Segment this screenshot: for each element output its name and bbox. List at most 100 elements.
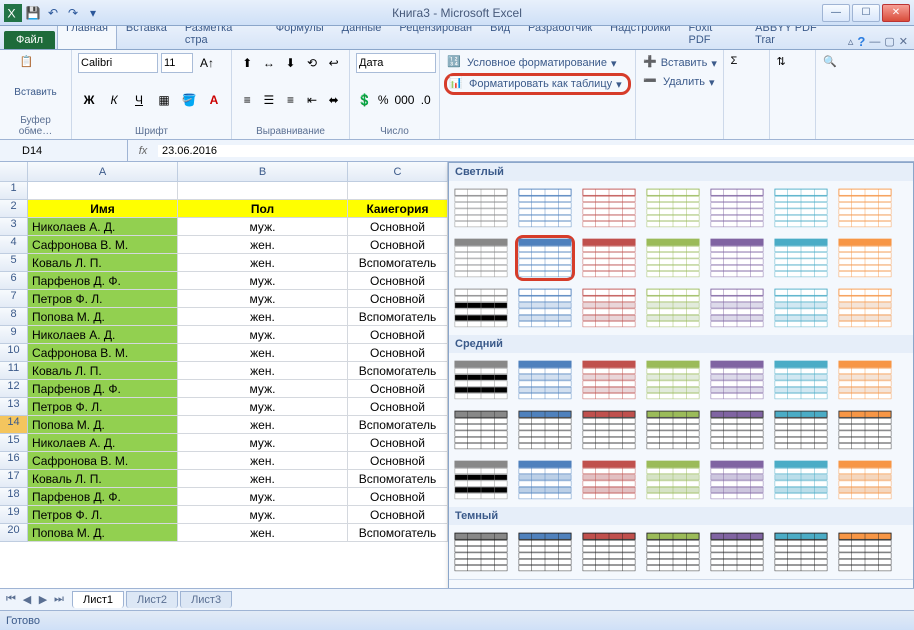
cell[interactable]: Сафронова В. М.	[28, 236, 178, 254]
header-cell[interactable]: Каиегория	[348, 200, 448, 218]
cell[interactable]: Петров Ф. Л.	[28, 398, 178, 416]
cell[interactable]	[178, 182, 348, 200]
row-header[interactable]: 3	[0, 218, 28, 236]
row-header[interactable]: 6	[0, 272, 28, 290]
cell[interactable]: Сафронова В. М.	[28, 452, 178, 470]
font-color-icon[interactable]: A	[203, 90, 225, 110]
cell[interactable]: муж.	[178, 506, 348, 524]
cell[interactable]: Основной	[348, 488, 448, 506]
row-header[interactable]: 15	[0, 434, 28, 452]
table-style-thumb[interactable]	[579, 457, 639, 503]
table-style-thumb[interactable]	[707, 185, 767, 231]
sheet-tab[interactable]: Лист3	[180, 591, 232, 608]
table-style-thumb[interactable]	[707, 235, 767, 281]
undo-icon[interactable]: ↶	[44, 4, 62, 22]
column-header[interactable]: B	[178, 162, 348, 182]
cell[interactable]: Коваль Л. П.	[28, 470, 178, 488]
table-style-thumb[interactable]	[771, 457, 831, 503]
bold-icon[interactable]: Ж	[78, 90, 100, 110]
table-style-thumb[interactable]	[451, 185, 511, 231]
table-style-thumb[interactable]	[771, 235, 831, 281]
maximize-button[interactable]: ☐	[852, 4, 880, 22]
row-header[interactable]: 10	[0, 344, 28, 362]
format-as-table-button[interactable]: 📊Форматировать как таблицу▾	[444, 73, 631, 95]
cell[interactable]: Основной	[348, 344, 448, 362]
table-style-thumb[interactable]	[643, 285, 703, 331]
currency-icon[interactable]: 💲	[356, 90, 373, 110]
row-header[interactable]: 18	[0, 488, 28, 506]
select-all-corner[interactable]	[0, 162, 28, 182]
cell[interactable]: муж.	[178, 398, 348, 416]
underline-icon[interactable]: Ч	[128, 90, 150, 110]
table-style-thumb[interactable]	[643, 185, 703, 231]
row-header[interactable]: 11	[0, 362, 28, 380]
window-close-icon[interactable]: ✕	[899, 35, 908, 48]
table-style-thumb[interactable]	[643, 407, 703, 453]
cell[interactable]: жен.	[178, 416, 348, 434]
cell[interactable]: Коваль Л. П.	[28, 362, 178, 380]
table-style-thumb[interactable]	[579, 357, 639, 403]
cell[interactable]: Попова М. Д.	[28, 524, 178, 542]
insert-cells-button[interactable]: ➕Вставить▾	[640, 54, 719, 72]
cell[interactable]: Петров Ф. Л.	[28, 290, 178, 308]
cell[interactable]: Парфенов Д. Ф.	[28, 380, 178, 398]
window-restore-icon[interactable]: ▢	[884, 35, 894, 48]
table-style-thumb[interactable]	[835, 185, 895, 231]
cell[interactable]: Вспомогатель	[348, 470, 448, 488]
inc-decimal-icon[interactable]: .0	[418, 90, 433, 110]
table-style-thumb[interactable]	[707, 529, 767, 575]
table-style-thumb[interactable]	[451, 285, 511, 331]
table-style-thumb[interactable]	[515, 235, 575, 281]
table-style-thumb[interactable]	[771, 285, 831, 331]
table-style-thumb[interactable]	[643, 357, 703, 403]
cell[interactable]: Основной	[348, 236, 448, 254]
cell[interactable]: Попова М. Д.	[28, 416, 178, 434]
cell[interactable]: жен.	[178, 470, 348, 488]
cell[interactable]: Вспомогатель	[348, 416, 448, 434]
row-header[interactable]: 5	[0, 254, 28, 272]
table-style-thumb[interactable]	[451, 357, 511, 403]
cell[interactable]: Основной	[348, 272, 448, 290]
table-style-thumb[interactable]	[707, 407, 767, 453]
cell[interactable]: Вспомогатель	[348, 308, 448, 326]
table-style-thumb[interactable]	[771, 185, 831, 231]
cell[interactable]: муж.	[178, 434, 348, 452]
align-top-icon[interactable]: ⬆	[238, 53, 257, 73]
table-style-thumb[interactable]	[579, 235, 639, 281]
autosum-button[interactable]: Σ	[730, 53, 763, 89]
comma-icon[interactable]: 000	[393, 90, 415, 110]
row-header[interactable]: 17	[0, 470, 28, 488]
table-style-thumb[interactable]	[515, 457, 575, 503]
delete-cells-button[interactable]: ➖Удалить▾	[640, 73, 719, 91]
header-cell[interactable]: Пол	[178, 200, 348, 218]
table-style-thumb[interactable]	[579, 529, 639, 575]
table-style-thumb[interactable]	[579, 285, 639, 331]
cell[interactable]: муж.	[178, 272, 348, 290]
cell[interactable]: Николаев А. Д.	[28, 218, 178, 236]
align-bot-icon[interactable]: ⬇	[281, 53, 300, 73]
file-tab[interactable]: Файл	[4, 31, 55, 49]
row-header[interactable]: 20	[0, 524, 28, 542]
table-style-thumb[interactable]	[643, 457, 703, 503]
close-button[interactable]: ✕	[882, 4, 910, 22]
cell[interactable]: Основной	[348, 452, 448, 470]
cell[interactable]: Вспомогатель	[348, 254, 448, 272]
cell[interactable]: Николаев А. Д.	[28, 326, 178, 344]
cell[interactable]: жен.	[178, 524, 348, 542]
indent-dec-icon[interactable]: ⇤	[303, 90, 322, 110]
table-style-thumb[interactable]	[643, 529, 703, 575]
row-header[interactable]: 13	[0, 398, 28, 416]
find-button[interactable]: 🔍	[822, 53, 856, 89]
merge-icon[interactable]: ⬌	[324, 90, 343, 110]
cell[interactable]: муж.	[178, 380, 348, 398]
save-icon[interactable]: 💾	[24, 4, 42, 22]
cell[interactable]: жен.	[178, 452, 348, 470]
align-mid-icon[interactable]: ↔	[260, 53, 279, 73]
cell[interactable]: Основной	[348, 218, 448, 236]
cell[interactable]: Основной	[348, 380, 448, 398]
cell[interactable]: Вспомогатель	[348, 362, 448, 380]
cell[interactable]: жен.	[178, 254, 348, 272]
table-style-thumb[interactable]	[515, 357, 575, 403]
cell[interactable]	[28, 182, 178, 200]
sort-filter-button[interactable]: ⇅	[776, 53, 809, 89]
